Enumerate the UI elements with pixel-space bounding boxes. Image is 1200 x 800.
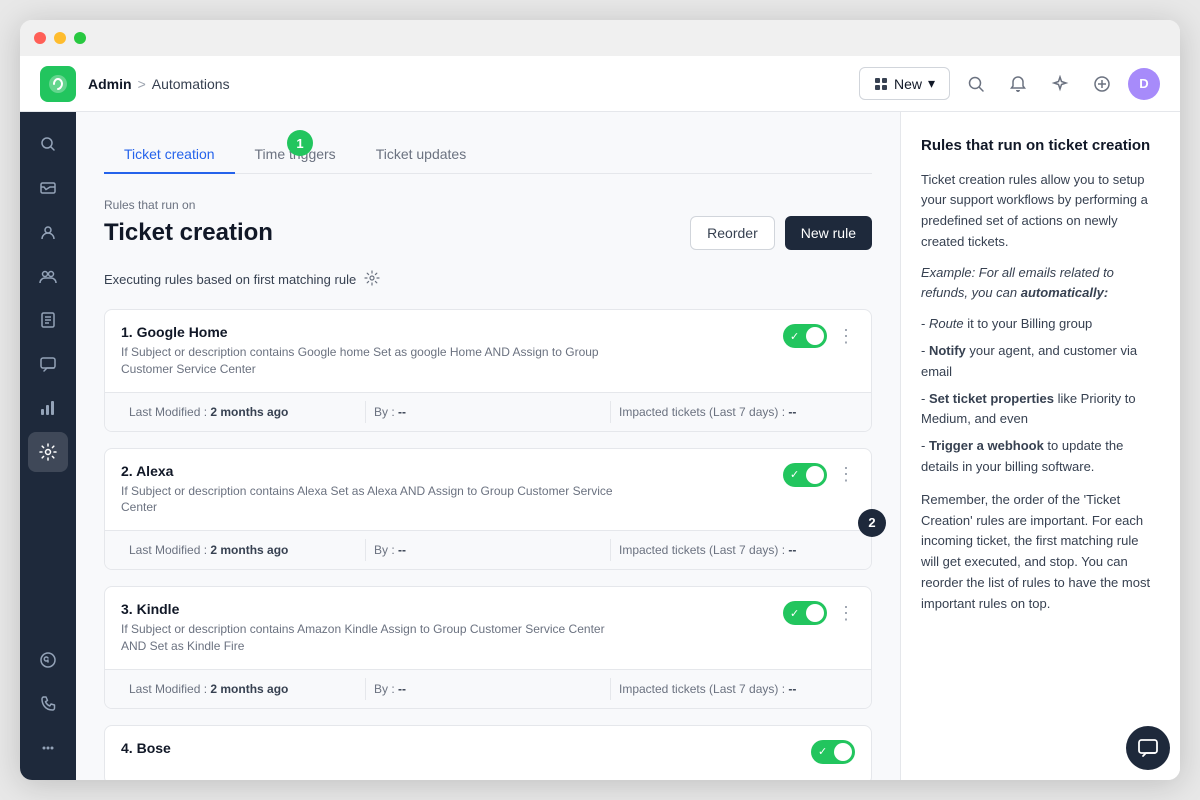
sidebar-item-chat[interactable]: [28, 344, 68, 384]
breadcrumb: Admin > Automations: [88, 76, 230, 92]
rule-card-4: 4. Bose ✓: [104, 725, 872, 780]
right-panel-para1: Ticket creation rules allow you to setup…: [921, 170, 1160, 253]
reorder-button[interactable]: Reorder: [690, 216, 775, 250]
rule-1-footer: Last Modified : 2 months ago By : -- Imp…: [105, 392, 871, 431]
rule-3-toggle[interactable]: ✓: [783, 601, 827, 625]
rule-4-toggle[interactable]: ✓: [811, 740, 855, 764]
right-panel: Rules that run on ticket creation Ticket…: [900, 112, 1180, 780]
tabs-container: Ticket creation Time triggers Ticket upd…: [104, 136, 872, 174]
right-panel-para2: Example: For all emails related to refun…: [921, 263, 1160, 305]
sparkle-button[interactable]: [1044, 68, 1076, 100]
brand-logo: [40, 66, 76, 102]
rule-1-title: 1. Google Home: [121, 324, 783, 340]
rule-1-toggle[interactable]: ✓: [783, 324, 827, 348]
rule-3-footer: Last Modified : 2 months ago By : -- Imp…: [105, 669, 871, 708]
sidebar-item-apps[interactable]: [28, 728, 68, 768]
sidebar: [20, 112, 76, 780]
rule-card-2: 2. Alexa If Subject or description conta…: [104, 448, 872, 571]
close-dot[interactable]: [34, 32, 46, 44]
topnav: Admin > Automations New ▾ D: [20, 56, 1180, 112]
breadcrumb-current: Automations: [152, 76, 230, 92]
rule-3-title: 3. Kindle: [121, 601, 783, 617]
sidebar-item-phone[interactable]: [28, 684, 68, 724]
rule-2-more[interactable]: ⋮: [837, 464, 855, 485]
rule-1-more[interactable]: ⋮: [837, 326, 855, 347]
rule-card-1: 1. Google Home If Subject or description…: [104, 309, 872, 432]
sidebar-item-inbox[interactable]: [28, 168, 68, 208]
sidebar-item-settings[interactable]: [28, 432, 68, 472]
rule-2-toggle[interactable]: ✓: [783, 463, 827, 487]
tab-ticket-creation[interactable]: Ticket creation: [104, 136, 235, 174]
new-icon: [874, 77, 888, 91]
chat-button[interactable]: [1126, 726, 1170, 770]
executing-settings-icon[interactable]: [364, 270, 380, 289]
sidebar-item-support[interactable]: [28, 640, 68, 680]
rules-title-actions: Reorder New rule: [690, 216, 872, 250]
tour-badge-2: 2: [858, 509, 886, 537]
search-button[interactable]: [960, 68, 992, 100]
right-panel-dash2: - Notify your agent, and customer via em…: [921, 341, 1160, 383]
right-panel-dash1: - Route it to your Billing group: [921, 314, 1160, 335]
sidebar-item-reports[interactable]: [28, 388, 68, 428]
grid-button[interactable]: [1086, 68, 1118, 100]
tab-ticket-updates[interactable]: Ticket updates: [356, 136, 487, 174]
rule-4-title: 4. Bose: [121, 740, 811, 756]
titlebar: [20, 20, 1180, 56]
notification-button[interactable]: [1002, 68, 1034, 100]
rule-1-desc: If Subject or description contains Googl…: [121, 344, 621, 378]
rules-header: Rules that run on Ticket creation Reorde…: [104, 198, 872, 250]
new-rule-button[interactable]: New rule: [785, 216, 872, 250]
rule-2-footer: Last Modified : 2 months ago By : -- Imp…: [105, 530, 871, 569]
executing-label: Executing rules based on first matching …: [104, 270, 872, 289]
sidebar-item-search[interactable]: [28, 124, 68, 164]
minimize-dot[interactable]: [54, 32, 66, 44]
rule-card-3: 3. Kindle If Subject or description cont…: [104, 586, 872, 709]
rules-list: 1. Google Home If Subject or description…: [104, 309, 872, 780]
right-panel-dash4: - Trigger a webhook to update the detail…: [921, 436, 1160, 478]
rule-3-desc: If Subject or description contains Amazo…: [121, 621, 621, 655]
topnav-actions: New ▾ D: [859, 67, 1160, 100]
rule-3-more[interactable]: ⋮: [837, 603, 855, 624]
tour-badge-1: 1: [287, 130, 313, 156]
sidebar-item-knowledge[interactable]: [28, 300, 68, 340]
right-panel-dash3: - Set ticket properties like Priority to…: [921, 389, 1160, 431]
breadcrumb-separator: >: [138, 76, 146, 92]
avatar[interactable]: D: [1128, 68, 1160, 100]
rule-2-title: 2. Alexa: [121, 463, 783, 479]
rules-label: Rules that run on: [104, 198, 872, 212]
rule-2-desc: If Subject or description contains Alexa…: [121, 483, 621, 517]
content-area: Ticket creation Time triggers Ticket upd…: [76, 112, 900, 780]
right-panel-title: Rules that run on ticket creation: [921, 136, 1160, 156]
right-panel-para3: Remember, the order of the 'Ticket Creat…: [921, 490, 1160, 615]
breadcrumb-admin[interactable]: Admin: [88, 76, 132, 92]
sidebar-item-teams[interactable]: [28, 256, 68, 296]
rules-title: Ticket creation Reorder New rule: [104, 216, 872, 250]
maximize-dot[interactable]: [74, 32, 86, 44]
new-button[interactable]: New ▾: [859, 67, 950, 100]
sidebar-item-contacts[interactable]: [28, 212, 68, 252]
